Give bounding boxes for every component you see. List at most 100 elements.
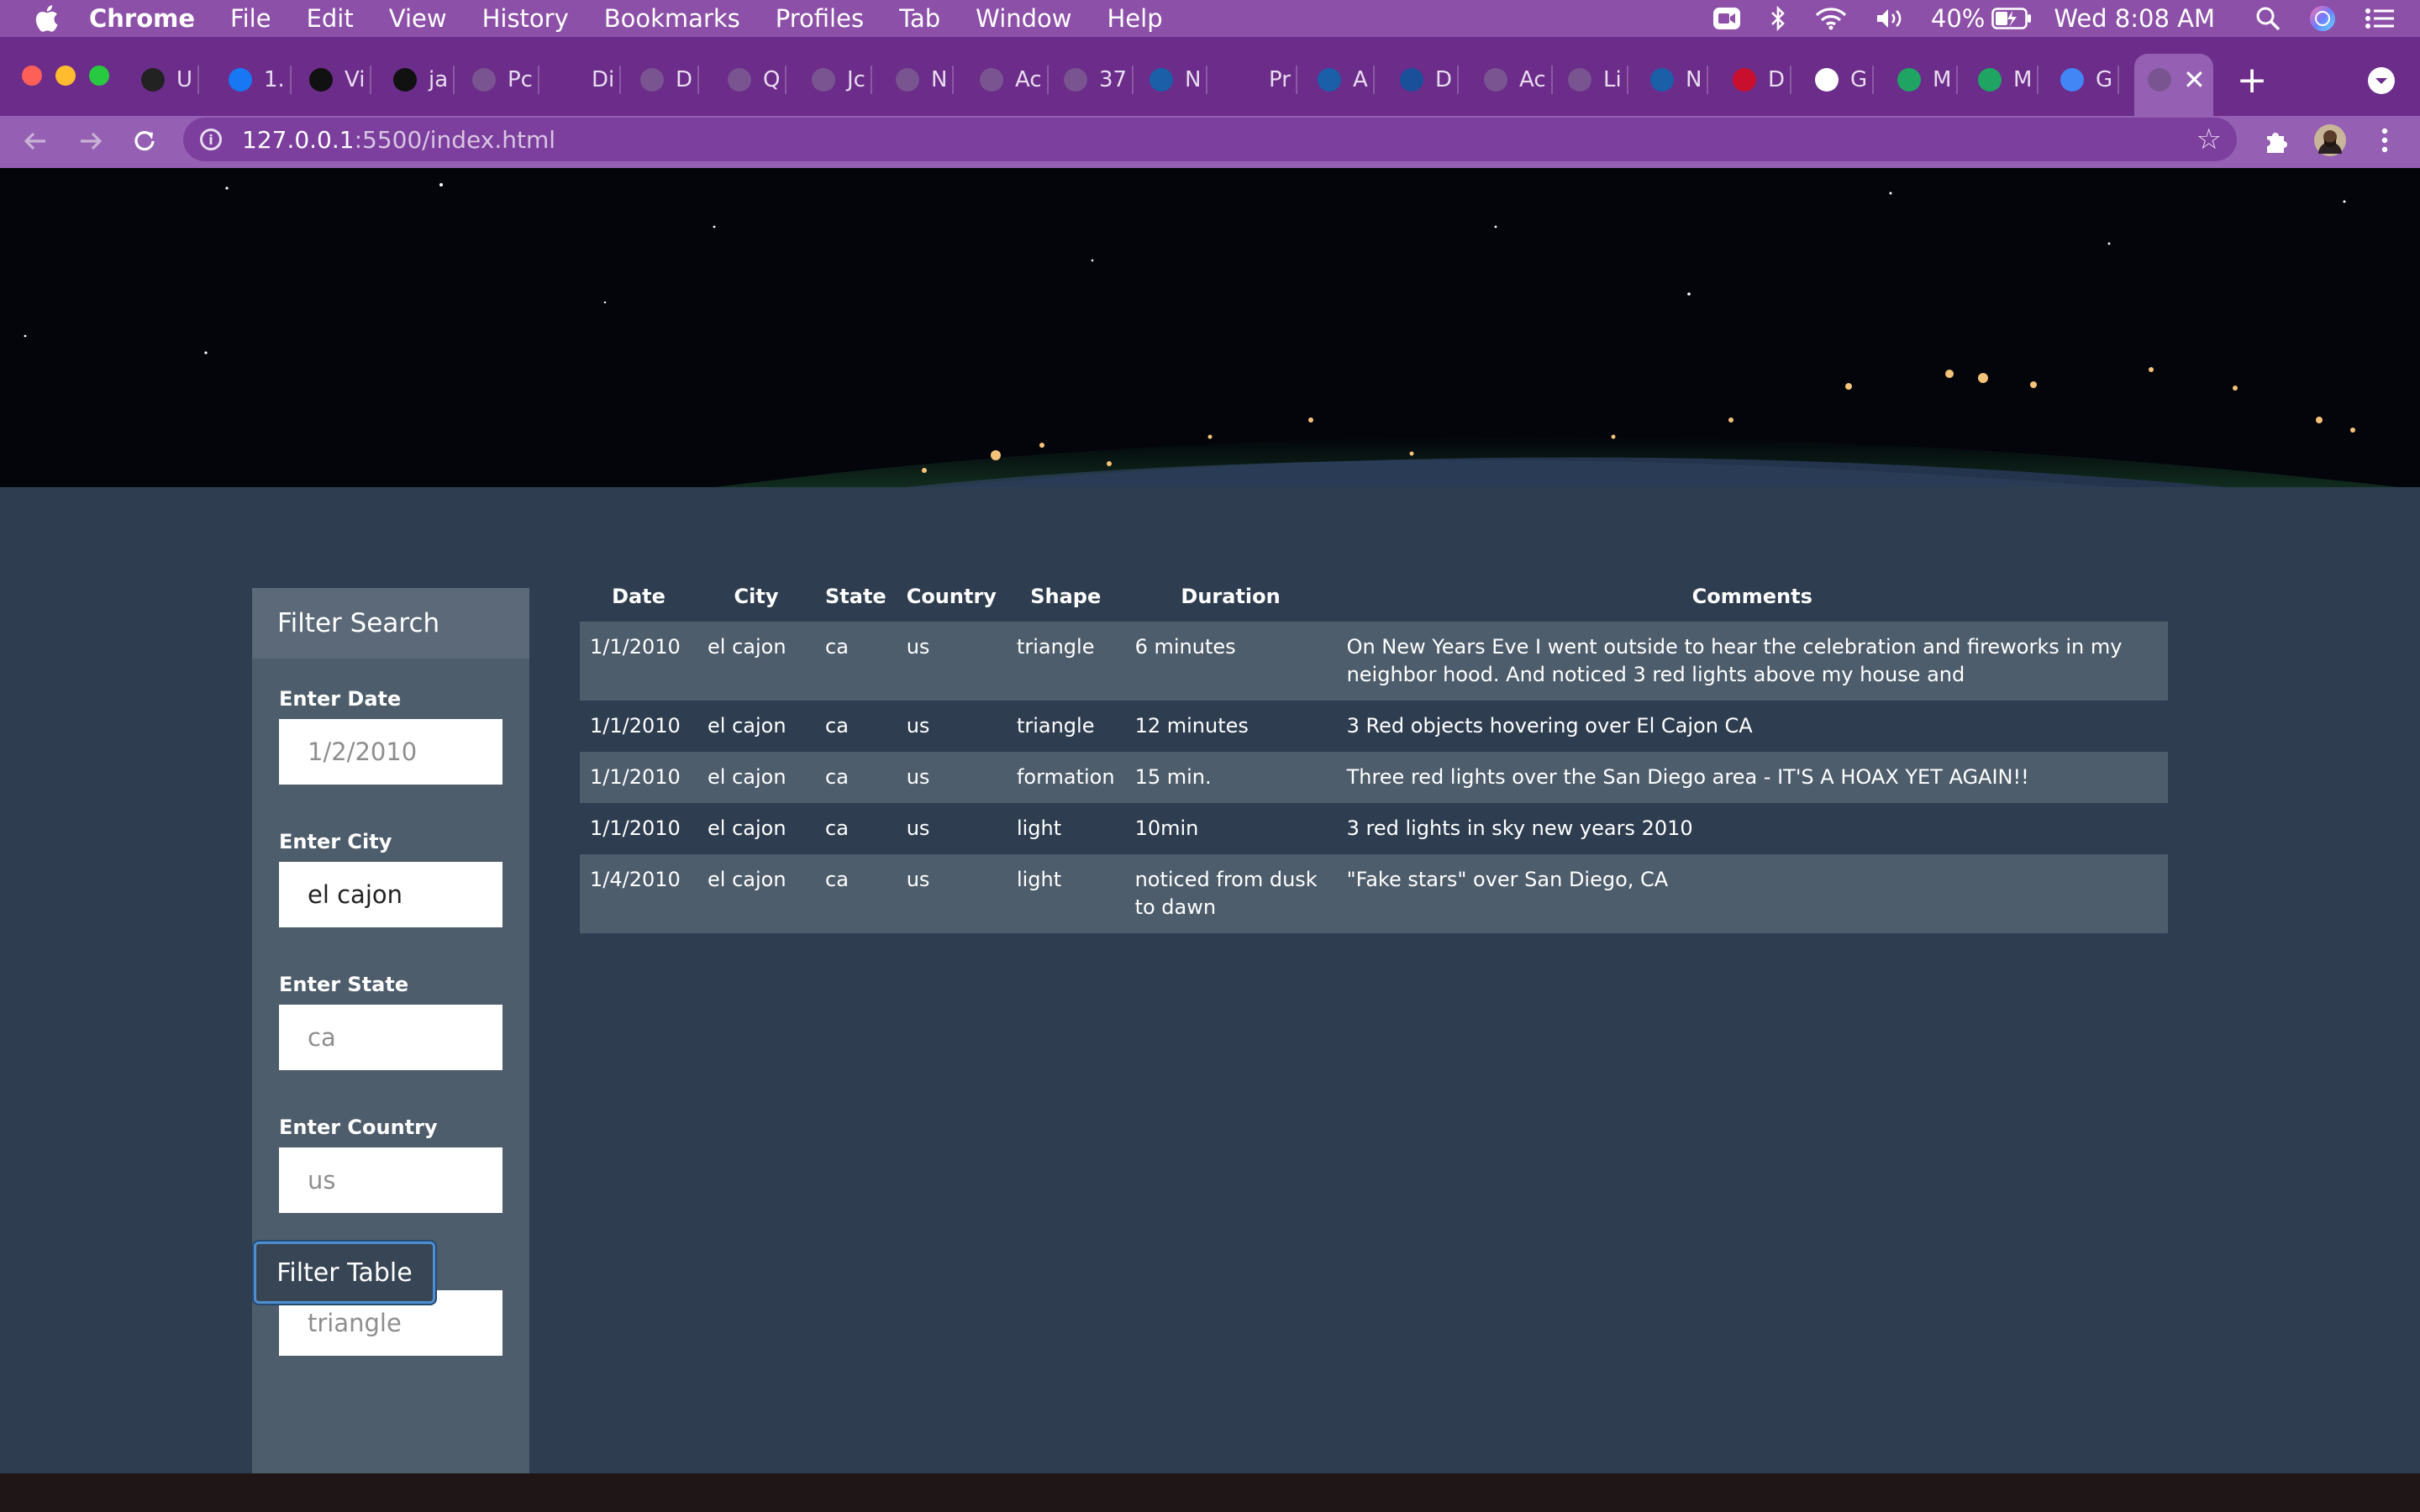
country-input[interactable] bbox=[279, 1147, 502, 1213]
nc-icon bbox=[1318, 68, 1341, 92]
tab-item[interactable]: D bbox=[1733, 55, 1792, 104]
table-header-row: Date City State Country Shape Duration C… bbox=[580, 571, 2168, 622]
menu-tab[interactable]: Tab bbox=[899, 4, 940, 33]
cell-city: el cajon bbox=[697, 854, 815, 933]
tab-label: Ac bbox=[1519, 67, 1546, 92]
tab-item[interactable]: Q bbox=[728, 55, 787, 104]
profile-avatar[interactable] bbox=[2312, 123, 2348, 158]
tab-item[interactable]: A bbox=[1318, 55, 1375, 104]
close-window-button[interactable] bbox=[22, 66, 42, 86]
tab-item[interactable]: N bbox=[1650, 55, 1709, 104]
tab-separator bbox=[1206, 66, 1208, 94]
reload-button[interactable] bbox=[128, 124, 161, 158]
filter-panel-title: Filter Search bbox=[252, 588, 529, 659]
url-host: 127.0.0.1 bbox=[242, 125, 355, 154]
menu-help[interactable]: Help bbox=[1107, 4, 1163, 33]
forward-button[interactable] bbox=[74, 124, 108, 158]
tab-item[interactable]: ja bbox=[393, 55, 455, 104]
docs-icon bbox=[2060, 68, 2084, 92]
bookmark-star-icon[interactable]: ☆ bbox=[2196, 123, 2222, 156]
tab-item[interactable]: M bbox=[1897, 55, 1959, 104]
menu-file[interactable]: File bbox=[230, 4, 271, 33]
tab-item[interactable]: N bbox=[1150, 55, 1208, 104]
wifi-icon[interactable] bbox=[1815, 7, 1847, 30]
table-row: 1/1/2010 el cajon ca us triangle 6 minutes On … bbox=[580, 622, 2168, 701]
tab-label: Di bbox=[592, 67, 615, 92]
cell-city: el cajon bbox=[697, 803, 815, 854]
site-info-icon[interactable]: i bbox=[200, 129, 222, 150]
menu-edit[interactable]: Edit bbox=[307, 4, 354, 33]
battery-percent[interactable]: 40% bbox=[1931, 4, 1985, 33]
tab-item[interactable]: Di bbox=[556, 55, 622, 104]
tab-label: G bbox=[1850, 67, 1868, 92]
filter-table-button[interactable]: Filter Table bbox=[254, 1242, 435, 1304]
video-camera-icon[interactable] bbox=[1712, 7, 1741, 30]
date-input[interactable] bbox=[279, 719, 502, 785]
tab-item[interactable]: N bbox=[896, 55, 955, 104]
tab-item[interactable]: U bbox=[141, 55, 200, 104]
cell-shape: light bbox=[1006, 803, 1125, 854]
column-header-comments: Comments bbox=[1691, 585, 1812, 608]
menu-app-chrome[interactable]: Chrome bbox=[89, 4, 195, 33]
bluetooth-icon[interactable] bbox=[1770, 5, 1786, 32]
tab-item[interactable]: Ac bbox=[1484, 55, 1553, 104]
globe-icon bbox=[896, 68, 919, 92]
ufo-table: Date City State Country Shape Duration C… bbox=[580, 571, 2168, 933]
control-center-icon[interactable] bbox=[2365, 7, 2395, 30]
menu-window[interactable]: Window bbox=[976, 4, 1071, 33]
tab-item[interactable]: G bbox=[2060, 55, 2120, 104]
chrome-menu-icon[interactable] bbox=[2370, 123, 2400, 158]
tab-label: G bbox=[2096, 67, 2113, 92]
tab-item[interactable]: Li bbox=[1568, 55, 1628, 104]
menu-bookmarks[interactable]: Bookmarks bbox=[604, 4, 740, 33]
tab-item[interactable]: Vi bbox=[309, 55, 372, 104]
tab-item[interactable]: Jc bbox=[812, 55, 872, 104]
cell-city: el cajon bbox=[697, 752, 815, 803]
close-tab-icon[interactable]: ✕ bbox=[2183, 64, 2206, 96]
extensions-puzzle-icon[interactable] bbox=[2259, 123, 2294, 158]
siri-icon[interactable] bbox=[2309, 5, 2336, 32]
tab-item[interactable]: 37 bbox=[1064, 55, 1134, 104]
tab-item[interactable]: D bbox=[1400, 55, 1460, 104]
back-button[interactable] bbox=[18, 124, 52, 158]
tab-separator bbox=[1550, 66, 1553, 94]
tab-label: 1. bbox=[264, 67, 285, 92]
clock[interactable]: Wed 8:08 AM bbox=[2054, 4, 2215, 33]
tab-item[interactable]: Ac bbox=[980, 55, 1049, 104]
menu-profiles[interactable]: Profiles bbox=[776, 4, 864, 33]
tab-label: 37 bbox=[1099, 67, 1128, 92]
tab-item[interactable]: Pr bbox=[1234, 55, 1297, 104]
c-icon bbox=[229, 68, 252, 92]
tab-label: M bbox=[2013, 67, 2033, 92]
nc-icon bbox=[1650, 68, 1674, 92]
battery-icon[interactable] bbox=[1991, 8, 2032, 29]
globe-icon bbox=[812, 68, 835, 92]
tab-item[interactable]: G bbox=[1815, 55, 1875, 104]
tab-active-content[interactable]: ✕ bbox=[2148, 55, 2206, 104]
zoom-window-button[interactable] bbox=[89, 66, 109, 86]
tab-item[interactable]: M bbox=[1978, 55, 2039, 104]
cell-country: us bbox=[896, 803, 1007, 854]
drive-icon bbox=[1897, 68, 1921, 92]
spotlight-search-icon[interactable] bbox=[2255, 6, 2281, 31]
city-input[interactable] bbox=[279, 862, 502, 927]
new-tab-button[interactable]: + bbox=[2235, 60, 2269, 101]
tab-item[interactable]: D bbox=[640, 55, 700, 104]
tab-item[interactable]: Pc bbox=[472, 55, 539, 104]
apple-icon[interactable] bbox=[34, 4, 59, 33]
volume-icon[interactable] bbox=[1876, 7, 1906, 30]
cell-comments: 3 Red objects hovering over El Cajon CA bbox=[1336, 701, 2168, 752]
address-bar[interactable]: i 127.0.0.1 :5500/index.html ☆ bbox=[183, 118, 2237, 161]
tab-item[interactable]: 1. bbox=[229, 55, 292, 104]
minimize-window-button[interactable] bbox=[55, 66, 76, 86]
tab-label: A bbox=[1353, 67, 1368, 92]
tab-search-button[interactable] bbox=[2368, 67, 2395, 94]
menu-history[interactable]: History bbox=[482, 4, 569, 33]
globe-icon bbox=[1064, 68, 1087, 92]
tab-label: D bbox=[1768, 67, 1786, 92]
tab-separator bbox=[1956, 66, 1959, 94]
cell-state: ca bbox=[815, 622, 897, 701]
tab-separator bbox=[619, 66, 622, 94]
state-input[interactable] bbox=[279, 1005, 502, 1070]
menu-view[interactable]: View bbox=[389, 4, 447, 33]
